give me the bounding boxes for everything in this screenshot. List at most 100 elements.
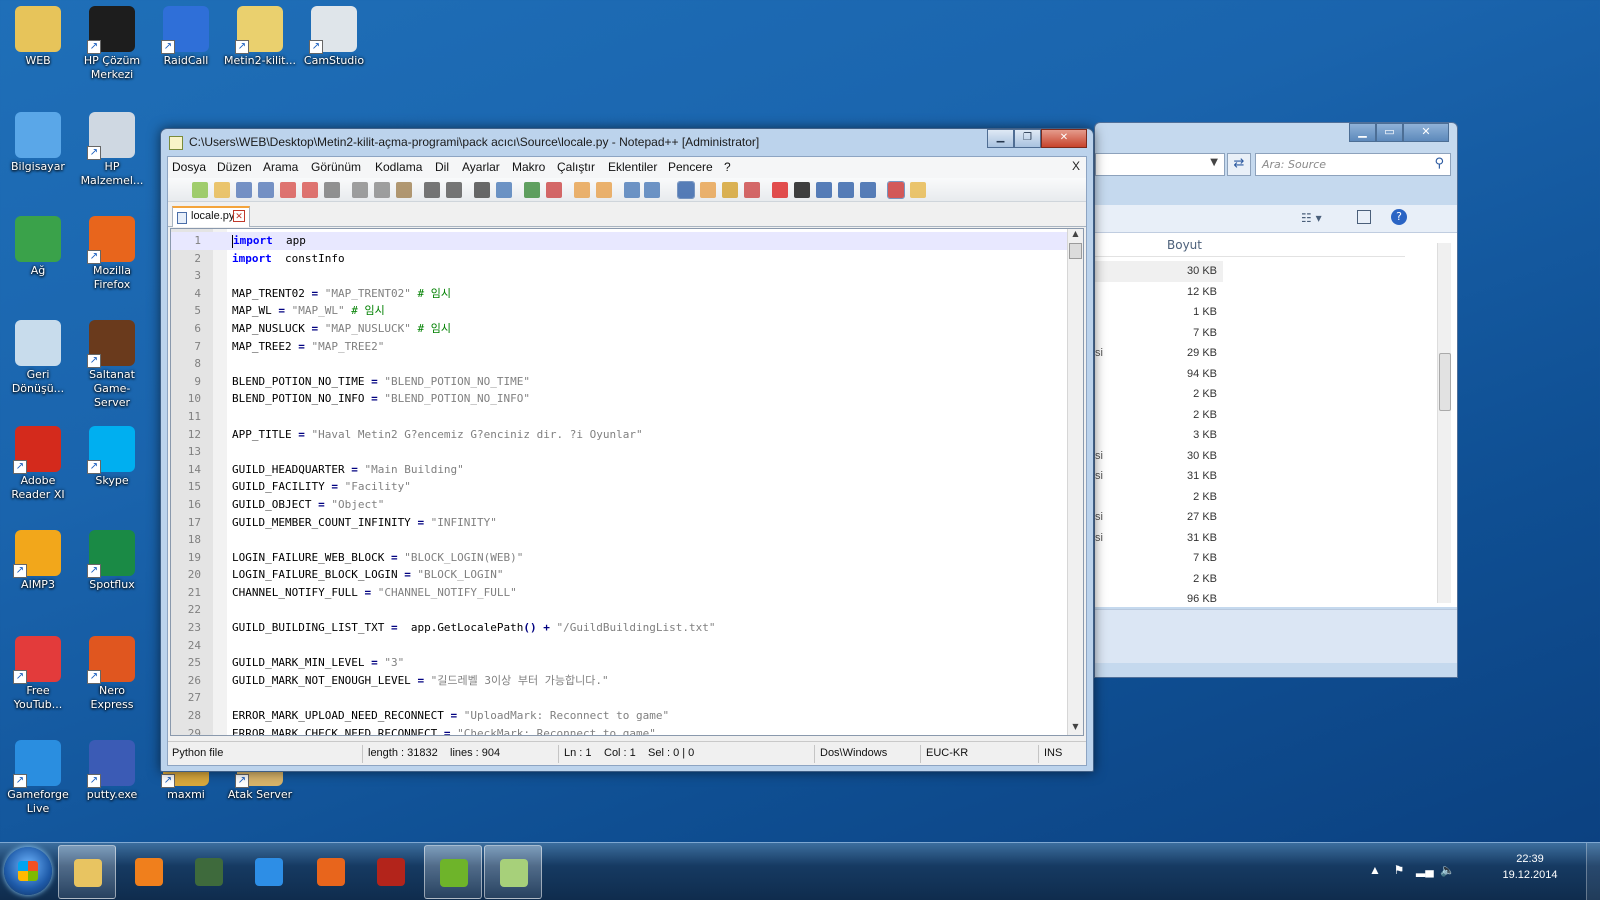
menu-item[interactable]: Düzen xyxy=(217,160,252,174)
code-line[interactable]: 14 GUILD_HEADQUARTER = "Main Building" xyxy=(171,461,1071,479)
find-icon[interactable] xyxy=(474,182,490,198)
replace-icon[interactable] xyxy=(496,182,512,198)
desktop-icon[interactable]: WEB xyxy=(2,6,74,68)
desktop-icon[interactable]: ↗ Mozilla Firefox xyxy=(76,216,148,292)
save-macro-icon[interactable] xyxy=(860,182,876,198)
desktop-icon[interactable]: ↗ Free YouTub... xyxy=(2,636,74,712)
file-row[interactable]: 2 KB xyxy=(1095,569,1223,590)
action-center-flag-icon[interactable]: ⚑ xyxy=(1392,863,1406,877)
close-icon[interactable] xyxy=(280,182,296,198)
code-line[interactable]: 15 GUILD_FACILITY = "Facility" xyxy=(171,478,1071,496)
menu-item[interactable]: Arama xyxy=(263,160,298,174)
desktop-icon[interactable]: Ağ xyxy=(2,216,74,278)
desktop-icon[interactable]: ↗ Nero Express xyxy=(76,636,148,712)
desktop-icon[interactable]: ↗ AIMP3 xyxy=(2,530,74,592)
new-file-icon[interactable] xyxy=(192,182,208,198)
file-row[interactable]: 2 KB xyxy=(1095,384,1223,405)
folder-workspace-icon[interactable] xyxy=(744,182,760,198)
close-document-button[interactable]: X xyxy=(1072,159,1080,173)
spell-check-icon[interactable] xyxy=(887,181,905,199)
view-options-icon[interactable]: ☷ ▾ xyxy=(1301,211,1322,225)
code-line[interactable]: 11 xyxy=(171,408,1071,426)
column-size[interactable]: Boyut xyxy=(1167,238,1202,252)
menu-item[interactable]: Dosya xyxy=(172,160,206,174)
scrollbar-thumb[interactable] xyxy=(1439,353,1451,411)
code-line[interactable]: 4 MAP_TRENT02 = "MAP_TRENT02" # 임시 xyxy=(171,285,1071,303)
function-list-icon[interactable] xyxy=(722,182,738,198)
code-line[interactable]: 25 GUILD_MARK_MIN_LEVEL = "3" xyxy=(171,654,1071,672)
code-line[interactable]: 12 APP_TITLE = "Haval Metin2 G?encemiz G?… xyxy=(171,426,1071,444)
code-line[interactable]: 5 MAP_WL = "MAP_WL" # 임시 xyxy=(171,302,1071,320)
plugin-icon[interactable] xyxy=(910,182,926,198)
taskbar-button[interactable] xyxy=(362,845,420,899)
file-row[interactable]: si 30 KB xyxy=(1095,446,1223,467)
code-line[interactable]: 20 LOGIN_FAILURE_BLOCK_LOGIN = "BLOCK_LOG… xyxy=(171,566,1071,584)
file-row[interactable]: 7 KB xyxy=(1095,548,1223,569)
start-button[interactable] xyxy=(4,847,52,895)
menu-item[interactable]: Çalıştır xyxy=(557,160,595,174)
copy-icon[interactable] xyxy=(374,182,390,198)
explorer-window[interactable]: ▁ ▭ ✕ ▼ ⇄ Ara: Source ⚲ ☷ ▾ ? Boyut 30 K… xyxy=(1094,122,1458,678)
clock[interactable]: 22:39 19.12.2014 xyxy=(1500,851,1560,883)
taskbar-button[interactable] xyxy=(120,845,178,899)
file-row[interactable]: si 31 KB xyxy=(1095,466,1223,487)
save-all-icon[interactable] xyxy=(258,182,274,198)
file-list[interactable]: Boyut 30 KB 12 KB 1 KB 7 KB si 29 KB 94 KB 2 KB… xyxy=(1095,233,1457,607)
help-icon[interactable]: ? xyxy=(1391,209,1407,225)
notepadpp-app-icon[interactable] xyxy=(169,136,183,150)
file-row[interactable]: 30 KB xyxy=(1095,261,1223,282)
word-wrap-icon[interactable] xyxy=(624,182,640,198)
taskbar-button[interactable] xyxy=(240,845,298,899)
code-editor[interactable]: 1 import app 2 import constInfo 3 4 MAP_TRENT0… xyxy=(170,228,1084,736)
menu-item[interactable]: Kodlama xyxy=(375,160,422,174)
sync-horizontal-icon[interactable] xyxy=(596,182,612,198)
doc-map-icon[interactable] xyxy=(700,182,716,198)
code-line[interactable]: 16 GUILD_OBJECT = "Object" xyxy=(171,496,1071,514)
show-desktop-button[interactable] xyxy=(1586,843,1600,900)
taskbar-button[interactable] xyxy=(424,845,482,899)
record-macro-icon[interactable] xyxy=(772,182,788,198)
undo-icon[interactable] xyxy=(424,182,440,198)
desktop-icon[interactable]: ↗ RaidCall xyxy=(150,6,222,68)
stop-record-icon[interactable] xyxy=(794,182,810,198)
code-line[interactable]: 2 import constInfo xyxy=(171,250,1071,268)
code-line[interactable]: 21 CHANNEL_NOTIFY_FULL = "CHANNEL_NOTIFY_… xyxy=(171,584,1071,602)
code-line[interactable]: 13 xyxy=(171,443,1071,461)
menu-item[interactable]: Eklentiler xyxy=(608,160,657,174)
tab-locale-py[interactable]: locale.py ✕ xyxy=(172,206,250,227)
close-icon[interactable]: ✕ xyxy=(1403,123,1449,142)
volume-icon[interactable]: 🔈 xyxy=(1440,863,1455,877)
desktop-icon[interactable]: ↗ Saltanat Game-Server xyxy=(76,320,148,410)
scrollbar-thumb[interactable] xyxy=(1069,243,1082,259)
title-bar[interactable]: C:\Users\WEB\Desktop\Metin2-kilit-açma-p… xyxy=(161,129,1093,157)
desktop-icon[interactable]: ↗ Spotflux xyxy=(76,530,148,592)
close-all-icon[interactable] xyxy=(302,182,318,198)
taskbar-button[interactable] xyxy=(58,845,116,899)
file-row[interactable]: si 31 KB xyxy=(1095,528,1223,549)
menu-item[interactable]: Makro xyxy=(512,160,545,174)
desktop-icon[interactable]: ↗ HP Malzemel... xyxy=(76,112,148,188)
desktop-icon[interactable]: ↗ Metin2-kilit... xyxy=(224,6,296,68)
editor-scrollbar[interactable]: ▲ ▼ xyxy=(1067,229,1083,735)
code-line[interactable]: 8 xyxy=(171,355,1071,373)
desktop-icon[interactable]: ↗ Skype xyxy=(76,426,148,488)
code-line[interactable]: 18 xyxy=(171,531,1071,549)
menu-item[interactable]: Ayarlar xyxy=(462,160,500,174)
desktop-icon[interactable]: ↗ HP Çözüm Merkezi xyxy=(76,6,148,82)
desktop-icon[interactable]: ↗ putty.exe xyxy=(76,740,148,802)
search-icon[interactable]: ⚲ xyxy=(1434,156,1444,171)
code-line[interactable]: 9 BLEND_POTION_NO_TIME = "BLEND_POTION_NO… xyxy=(171,373,1071,391)
scroll-down-icon[interactable]: ▼ xyxy=(1068,722,1083,735)
code-line[interactable]: 29 ERROR_MARK_CHECK_NEED_RECONNECT = "Che… xyxy=(171,725,1071,735)
file-row[interactable]: 3 KB xyxy=(1095,425,1223,446)
play-macro-icon[interactable] xyxy=(816,182,832,198)
network-signal-icon[interactable]: ▂▄ xyxy=(1416,863,1434,877)
code-line[interactable]: 19 LOGIN_FAILURE_WEB_BLOCK = "BLOCK_LOGIN… xyxy=(171,549,1071,567)
preview-pane-icon[interactable] xyxy=(1357,210,1371,224)
maximize-icon[interactable]: ▭ xyxy=(1376,123,1403,142)
minimize-icon[interactable]: ▁ xyxy=(987,129,1014,148)
indent-guide-icon[interactable] xyxy=(677,181,695,199)
restore-icon[interactable]: ❐ xyxy=(1014,129,1041,148)
code-line[interactable]: 7 MAP_TREE2 = "MAP_TREE2" xyxy=(171,338,1071,356)
zoom-out-icon[interactable] xyxy=(546,182,562,198)
